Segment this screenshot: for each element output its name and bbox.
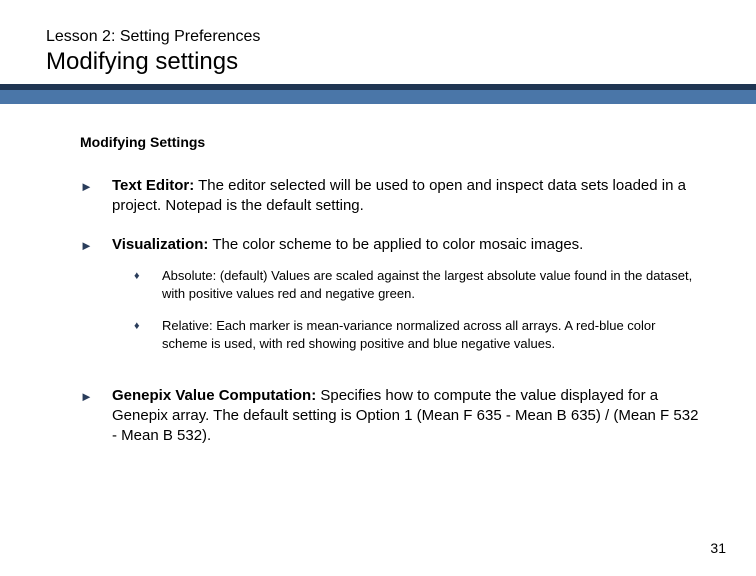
list-item-desc: The editor selected will be used to open… <box>112 177 686 214</box>
arrow-icon: ► <box>80 235 102 255</box>
list-item-label: Visualization: <box>112 236 208 253</box>
sub-list-item: ♦ Relative: Each marker is mean-variance… <box>112 317 700 353</box>
list-item-text: Visualization: The color scheme to be ap… <box>112 236 583 253</box>
slide-header: Lesson 2: Setting Preferences Modifying … <box>0 0 756 76</box>
page-number: 31 <box>710 540 726 556</box>
slide-title: Modifying settings <box>46 48 756 76</box>
list-item-text: Genepix Value Computation: Specifies how… <box>112 387 698 445</box>
divider-main-bar <box>0 90 756 104</box>
lesson-line: Lesson 2: Setting Preferences <box>46 28 756 46</box>
section-subheading: Modifying Settings <box>80 134 700 150</box>
list-item-desc: The color scheme to be applied to color … <box>208 236 583 253</box>
list-item-body: Text Editor: The editor selected will be… <box>102 176 700 217</box>
sub-bullet-list: ♦ Absolute: (default) Values are scaled … <box>112 267 700 354</box>
slide: Lesson 2: Setting Preferences Modifying … <box>0 0 756 576</box>
list-item-body: Visualization: The color scheme to be ap… <box>102 235 700 368</box>
content-area: Modifying Settings ► Text Editor: The ed… <box>0 104 756 446</box>
arrow-icon: ► <box>80 386 102 406</box>
arrow-icon: ► <box>80 176 102 196</box>
list-item: ► Visualization: The color scheme to be … <box>80 235 700 368</box>
sub-list-item-text: Relative: Each marker is mean-variance n… <box>152 317 700 353</box>
list-item-label: Text Editor: <box>112 177 194 194</box>
list-item: ► Genepix Value Computation: Specifies h… <box>80 386 700 447</box>
list-item-text: Text Editor: The editor selected will be… <box>112 177 686 214</box>
list-item-label: Genepix Value Computation: <box>112 387 316 404</box>
diamond-icon: ♦ <box>134 267 152 284</box>
diamond-icon: ♦ <box>134 317 152 334</box>
bullet-list: ► Text Editor: The editor selected will … <box>80 176 700 446</box>
sub-list-item: ♦ Absolute: (default) Values are scaled … <box>112 267 700 303</box>
sub-list-item-text: Absolute: (default) Values are scaled ag… <box>152 267 700 303</box>
divider <box>0 84 756 104</box>
list-item: ► Text Editor: The editor selected will … <box>80 176 700 217</box>
list-item-body: Genepix Value Computation: Specifies how… <box>102 386 700 447</box>
